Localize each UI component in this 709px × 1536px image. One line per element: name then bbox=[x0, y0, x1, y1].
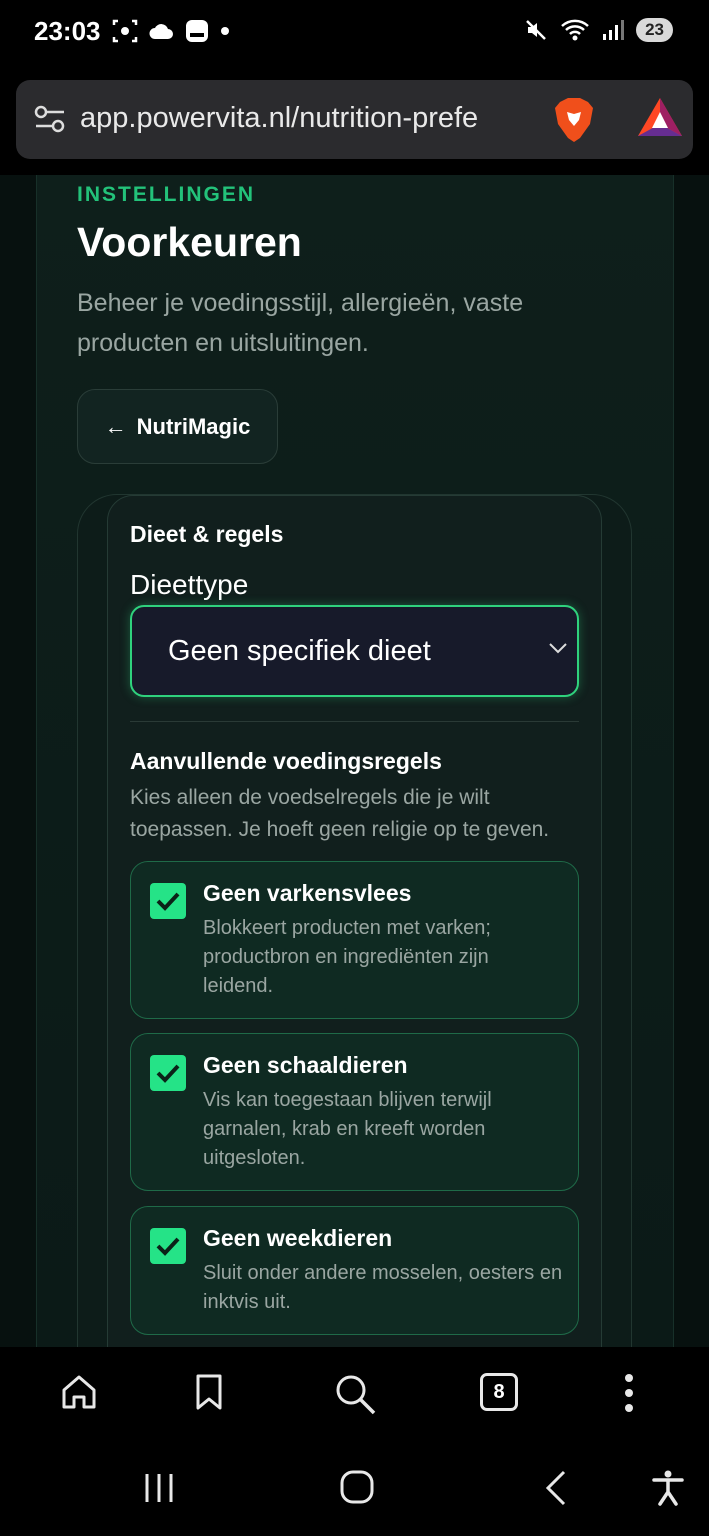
diet-type-label: Dieettype bbox=[130, 569, 249, 600]
page-subtitle: Beheer je voedingsstijl, allergieën, vas… bbox=[77, 289, 524, 357]
brave-shields-icon[interactable] bbox=[552, 96, 596, 144]
system-navigation bbox=[0, 1442, 709, 1536]
rule-title: Geen weekdieren bbox=[203, 1225, 393, 1251]
rule-description: Sluit onder andere mosselen, oesters en … bbox=[203, 1262, 563, 1313]
recent-apps-icon[interactable] bbox=[143, 1472, 175, 1504]
tabs-count: 8 bbox=[480, 1373, 518, 1411]
checkmark-icon bbox=[156, 1064, 180, 1083]
chevron-down-icon bbox=[549, 643, 567, 654]
battery-level: 23 bbox=[636, 18, 673, 42]
back-nav-icon[interactable] bbox=[544, 1470, 568, 1506]
more-menu-icon[interactable] bbox=[622, 1373, 636, 1413]
rules-description: Kies alleen de voedselregels die je wilt… bbox=[130, 786, 550, 841]
back-arrow-icon: ← bbox=[104, 413, 127, 439]
cloud-icon bbox=[149, 24, 173, 39]
rule-option-no-shellfish[interactable]: Geen schaaldieren Vis kan toegestaan bli… bbox=[130, 1033, 579, 1191]
url-bar[interactable]: app.powervita.nl/nutrition-prefe bbox=[16, 80, 693, 159]
browser-toolbar: 8 bbox=[0, 1347, 709, 1442]
rules-title: Aanvullende voedingsregels bbox=[130, 748, 442, 774]
page-kicker: INSTELLINGEN bbox=[77, 183, 256, 206]
rule-option-no-pork[interactable]: Geen varkensvlees Blokkeert producten me… bbox=[130, 861, 579, 1019]
status-bar: 23:03 23 bbox=[0, 0, 709, 70]
brave-rewards-icon[interactable] bbox=[636, 96, 684, 140]
checkmark-icon bbox=[156, 1237, 180, 1256]
checkmark-icon bbox=[156, 892, 180, 911]
section-title: Dieet & regels bbox=[130, 521, 284, 547]
page-title: Voorkeuren bbox=[77, 219, 302, 265]
diet-type-select[interactable]: Geen specifiek dieet bbox=[130, 605, 579, 697]
bookmark-icon[interactable] bbox=[194, 1373, 224, 1411]
checkbox-checked[interactable] bbox=[150, 1228, 186, 1264]
tabs-button[interactable]: 8 bbox=[480, 1373, 518, 1411]
url-text[interactable]: app.powervita.nl/nutrition-prefe bbox=[80, 102, 532, 135]
mute-icon bbox=[526, 20, 546, 40]
diet-type-value: Geen specifiek dieet bbox=[168, 635, 431, 667]
home-nav-icon[interactable] bbox=[340, 1470, 374, 1504]
back-button[interactable]: ← NutriMagic bbox=[77, 389, 278, 464]
back-button-label: NutriMagic bbox=[136, 413, 251, 439]
rule-description: Vis kan toegestaan blijven terwijl garna… bbox=[203, 1089, 492, 1169]
rule-option-no-mollusks[interactable]: Geen weekdieren Sluit onder andere mosse… bbox=[130, 1206, 579, 1335]
dot-icon bbox=[221, 27, 229, 35]
checkbox-checked[interactable] bbox=[150, 883, 186, 919]
wifi-icon bbox=[561, 19, 589, 41]
status-right-icons: 23 bbox=[524, 18, 673, 42]
status-time: 23:03 bbox=[34, 16, 101, 46]
divider bbox=[130, 721, 579, 722]
rule-title: Geen varkensvlees bbox=[203, 880, 412, 906]
home-icon[interactable] bbox=[60, 1373, 98, 1411]
checkbox-checked[interactable] bbox=[150, 1055, 186, 1091]
notification-icon bbox=[186, 20, 208, 42]
status-left-icons bbox=[112, 18, 230, 44]
search-icon[interactable] bbox=[334, 1373, 376, 1415]
accessibility-icon[interactable] bbox=[652, 1470, 684, 1506]
rule-title: Geen schaaldieren bbox=[203, 1052, 408, 1078]
page-viewport: INSTELLINGEN Voorkeuren Beheer je voedin… bbox=[0, 175, 709, 1347]
signal-icon bbox=[603, 20, 625, 40]
screenshot-icon bbox=[112, 19, 138, 43]
site-settings-icon[interactable] bbox=[34, 104, 66, 134]
rule-description: Blokkeert producten met varken; productb… bbox=[203, 917, 491, 997]
